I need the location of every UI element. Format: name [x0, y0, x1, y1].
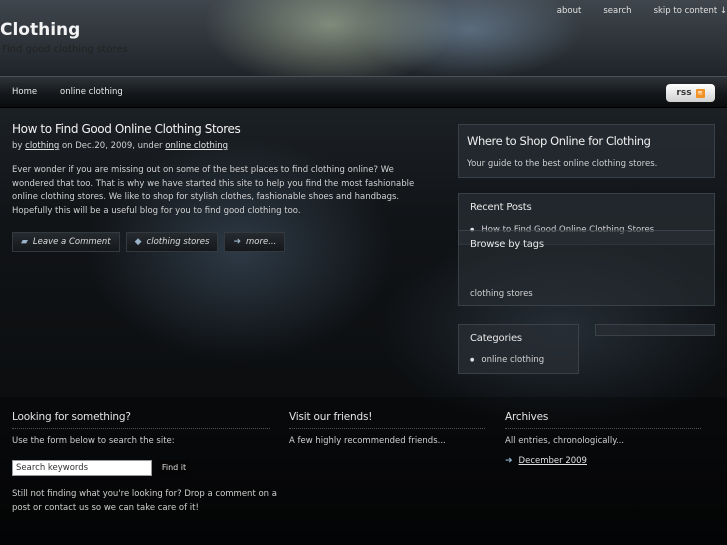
navigation-bar: Home online clothing rss ≋ — [0, 76, 727, 108]
more-button[interactable]: ➜ more... — [224, 232, 286, 252]
site-title[interactable]: Clothing — [0, 20, 80, 40]
nav-item-home[interactable]: Home — [12, 87, 37, 97]
footer-widgets: Looking for something? Use the form belo… — [0, 397, 727, 545]
categories-box: Categories online clothing — [458, 324, 579, 374]
more-label: more... — [246, 237, 277, 247]
post-title[interactable]: How to Find Good Online Clothing Stores — [12, 122, 432, 136]
browse-by-tags-box: Browse by tags clothing stores — [458, 230, 715, 306]
comment-icon: ▰ — [21, 237, 28, 247]
categories-title: Categories — [470, 333, 522, 344]
archives-widget-divider — [505, 428, 701, 429]
where-to-shop-text: Your guide to the best online clothing s… — [467, 159, 658, 169]
friends-widget-title: Visit our friends! — [289, 411, 373, 423]
archives-widget-title: Archives — [505, 411, 549, 423]
rss-feed-icon: ≋ — [695, 88, 705, 98]
post-meta-date: on Dec.20, 2009, under — [59, 141, 166, 151]
where-to-shop-title: Where to Shop Online for Clothing — [467, 134, 651, 148]
search-widget-title: Looking for something? — [12, 411, 131, 423]
arrow-icon: ➜ — [505, 456, 513, 466]
category-online-clothing-link[interactable]: online clothing — [470, 355, 544, 365]
tag-clothing-stores-label: clothing stores — [146, 237, 210, 247]
post-meta-prefix: by — [12, 141, 26, 151]
post-body: Ever wonder if you are missing out on so… — [12, 165, 415, 216]
leave-comment-button[interactable]: ▰ Leave a Comment — [12, 232, 120, 252]
about-link[interactable]: about — [557, 6, 582, 16]
site-tagline: Find good clothing stores — [2, 44, 128, 55]
find-it-button[interactable]: Find it — [158, 460, 190, 475]
tag-clothing-stores-link[interactable]: clothing stores — [470, 289, 533, 299]
archive-december-2009-link[interactable]: December 2009 — [519, 456, 587, 466]
friends-widget-divider — [289, 428, 485, 429]
tag-clothing-stores-button[interactable]: ◆ clothing stores — [125, 232, 219, 252]
skip-to-content-link[interactable]: skip to content ↓ — [654, 6, 727, 16]
arrow-icon: ➜ — [233, 237, 242, 247]
recent-posts-title: Recent Posts — [470, 202, 532, 213]
post-category-link[interactable]: online clothing — [165, 141, 228, 151]
search-link[interactable]: search — [603, 6, 631, 16]
post: How to Find Good Online Clothing Stores … — [12, 122, 432, 252]
empty-sidebar-box — [595, 324, 715, 336]
rss-label: rss — [676, 88, 692, 98]
top-links: about search skip to content ↓ — [535, 6, 727, 16]
leave-comment-label: Leave a Comment — [32, 237, 111, 247]
friends-widget-text: A few highly recommended friends... — [289, 436, 446, 446]
post-meta: by clothing on Dec.20, 2009, under onlin… — [12, 141, 432, 151]
search-widget-intro: Use the form below to search the site: — [12, 436, 175, 446]
rss-button[interactable]: rss ≋ — [666, 84, 715, 102]
post-author-link[interactable]: clothing — [25, 141, 59, 151]
search-widget-note: Still not finding what you're looking fo… — [12, 489, 277, 513]
search-input[interactable] — [12, 460, 152, 476]
archive-december-2009[interactable]: ➜ December 2009 — [505, 456, 587, 466]
search-widget-divider — [12, 428, 270, 429]
browse-by-tags-title: Browse by tags — [470, 239, 544, 250]
post-actions: ▰ Leave a Comment ◆ clothing stores ➜ mo… — [12, 232, 432, 252]
nav-item-online-clothing[interactable]: online clothing — [60, 87, 123, 97]
archives-widget-text: All entries, chronologically... — [505, 436, 625, 446]
where-to-shop-box: Where to Shop Online for Clothing Your g… — [458, 124, 715, 178]
tag-icon: ◆ — [134, 237, 142, 247]
